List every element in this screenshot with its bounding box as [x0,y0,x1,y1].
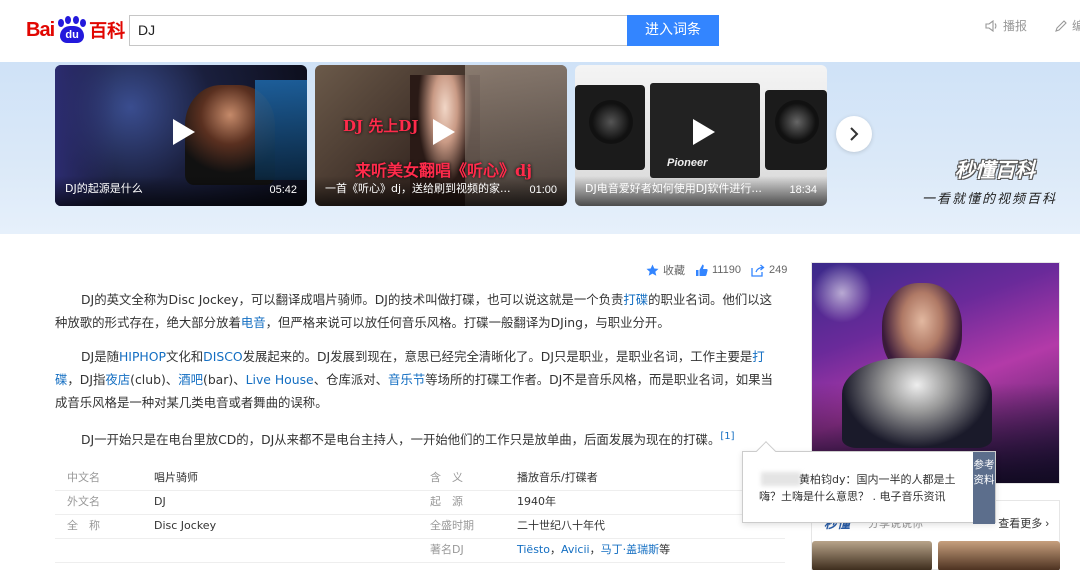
video-title: 一首《听心》dj，送给刷到视频的家... [325,182,511,195]
info-key: 著名DJ [430,543,464,556]
video-overlay-text-1: DJ 先上DJ [343,117,419,135]
paragraph-text: DJ的英文全称为Disc Jockey，可以翻译成唱片骑师。DJ的技术叫做打碟，… [81,292,624,307]
share-button[interactable]: 249 [751,264,787,277]
favorite-button[interactable]: 收藏 [646,262,685,278]
paragraph-text: (bar)、 [202,372,246,387]
entry-stats: 收藏 11190 249 [646,262,797,278]
info-value: 唱片骑师 [154,471,198,484]
speaker-icon [985,19,997,32]
paragraph-text: 文化和 [165,349,204,364]
info-key: 全 称 [67,519,100,532]
info-row-meaning: 含 义 播放音乐/打碟者 [418,467,758,489]
paragraph-text: ，DJ指 [67,372,106,387]
edit-button[interactable]: 编 [1054,17,1080,34]
share-count: 249 [768,264,788,276]
entry-link[interactable]: Live House [246,372,314,387]
paragraph-text: 发展起来的。DJ发展到现在，意思已经完全清晰化了。DJ只是职业，是职业名词，工作… [242,349,753,364]
like-button[interactable]: 11190 [695,264,741,277]
view-more-link[interactable]: 查看更多 › [998,515,1049,531]
paw-icon: du [55,16,87,44]
paragraph-text: (club)、 [130,372,179,387]
paragraph-text: DJ是随 [81,349,119,364]
video-overlay-brand: Pioneer [667,157,708,169]
info-row-chinese-name: 中文名 唱片骑师 [55,467,395,489]
entry-link[interactable]: HIPHOP [119,349,166,364]
related-video-thumbnail[interactable] [938,541,1060,570]
summary-paragraph-3: DJ一开始只是在电台里放CD的，DJ从来都不是电台主持人，一开始他们的工作只是放… [55,425,777,451]
top-header: Bai du 百科 DJ 进入词条 播报 编 [0,0,1080,62]
famous-dj-link[interactable]: Avicii [561,543,590,556]
famous-dj-suffix: 等 [659,543,671,556]
video-card-1[interactable]: DJ的起源是什么 05:42 [55,65,307,206]
entry-link[interactable]: 电音 [241,315,266,330]
video-duration: 18:34 [789,184,817,196]
related-video-thumbnail[interactable] [812,541,932,570]
favorite-label: 收藏 [663,265,685,277]
info-value: 播放音乐/打碟者 [517,471,598,484]
video-duration: 05:42 [269,184,297,196]
logo-text-baike: 百科 [89,21,126,42]
video-card-3[interactable]: Pioneer DJ电音爱好者如何使用DJ软件进行... 18:34 [575,65,827,206]
summary-paragraph-1: DJ的英文全称为Disc Jockey，可以翻译成唱片骑师。DJ的技术叫做打碟，… [55,288,777,334]
info-value: DJ [154,495,166,508]
pencil-icon [1055,19,1067,32]
reference-tab[interactable]: 参考资料 [973,452,995,524]
video-baike-brand[interactable]: 秒懂百科 [955,154,1035,183]
paragraph-text: ，但严格来说可以放任何音乐风格。打碟一般翻译为DJing，与职业分开。 [265,315,670,330]
summary-paragraph-2: DJ是随HIPHOP文化和DISCO发展起来的。DJ发展到现在，意思已经完全清晰… [55,345,777,414]
star-icon [646,264,659,276]
video-baike-slogan: 一看就懂的视频百科 [922,192,1058,207]
broadcast-label: 播报 [1003,19,1028,33]
info-row-origin: 起 源 1940年 [418,491,758,513]
entry-link[interactable]: 打碟 [623,292,648,307]
famous-dj-link[interactable]: Tiësto [517,543,550,556]
play-icon[interactable] [161,112,201,152]
video-duration: 01:00 [529,184,557,196]
paragraph-text: 、仓库派对、 [313,372,389,387]
info-key: 含 义 [430,471,463,484]
reference-text[interactable]: 黄柏钧dy：国内一半的人都是土嗨？土嗨是什么意思？ . 电子音乐资讯 [759,471,964,505]
video-title: DJ的起源是什么 [65,182,143,195]
entry-link[interactable]: 夜店 [105,372,130,387]
entry-link[interactable]: DISCO [203,349,242,364]
chevron-right-icon [850,127,859,141]
entry-link[interactable]: 酒吧 [178,372,203,387]
video-banner: DJ的起源是什么 05:42 DJ 先上DJ 来听美女翻唱《听心》dj 一首《听… [0,62,1080,234]
search-input[interactable]: DJ [129,15,628,46]
next-video-button[interactable] [836,116,872,152]
info-key: 起 源 [430,495,463,508]
share-icon [751,264,765,277]
info-row-full-name: 全 称 Disc Jockey [55,515,395,537]
info-row-heyday: 全盛时期 二十世纪八十年代 [418,515,758,537]
thumbs-up-icon [696,264,708,276]
logo-text-bai: Bai [26,18,55,41]
entry-link[interactable]: 音乐节 [388,372,425,387]
view-more-label: 查看更多 [998,518,1043,530]
info-value: 二十世纪八十年代 [517,519,605,532]
info-value: Disc Jockey [154,519,217,532]
play-icon[interactable] [681,112,721,152]
enter-entry-button[interactable]: 进入词条 [627,15,719,46]
broadcast-button[interactable]: 播报 [985,17,1027,34]
reference-marker[interactable]: [1] [720,431,734,442]
video-title: DJ电音爱好者如何使用DJ软件进行... [585,182,762,195]
reference-tooltip: 黄柏钧dy：国内一半的人都是土嗨？土嗨是什么意思？ . 电子音乐资讯 参考资料 [742,441,996,524]
baidu-baike-logo[interactable]: Bai du 百科 [26,15,125,45]
info-row-foreign-name: 外文名 DJ [55,491,395,513]
edit-label: 编 [1072,19,1080,33]
info-key: 全盛时期 [430,519,474,532]
paragraph-text: DJ一开始只是在电台里放CD的，DJ从来都不是电台主持人，一开始他们的工作只是放… [81,432,721,448]
like-count: 11190 [712,264,741,276]
info-row-famous-djs: 著名DJ Tiësto，Avicii，马丁·盖瑞斯等 [418,539,758,561]
info-key: 中文名 [67,471,100,484]
info-value: Tiësto，Avicii，马丁·盖瑞斯等 [517,543,671,556]
play-icon[interactable] [421,112,461,152]
famous-dj-link[interactable]: 马丁·盖瑞斯 [601,543,660,556]
info-value: 1940年 [517,495,556,508]
video-card-2[interactable]: DJ 先上DJ 来听美女翻唱《听心》dj 一首《听心》dj，送给刷到视频的家..… [315,65,567,206]
info-key: 外文名 [67,495,100,508]
logo-text-du: du [60,26,85,43]
